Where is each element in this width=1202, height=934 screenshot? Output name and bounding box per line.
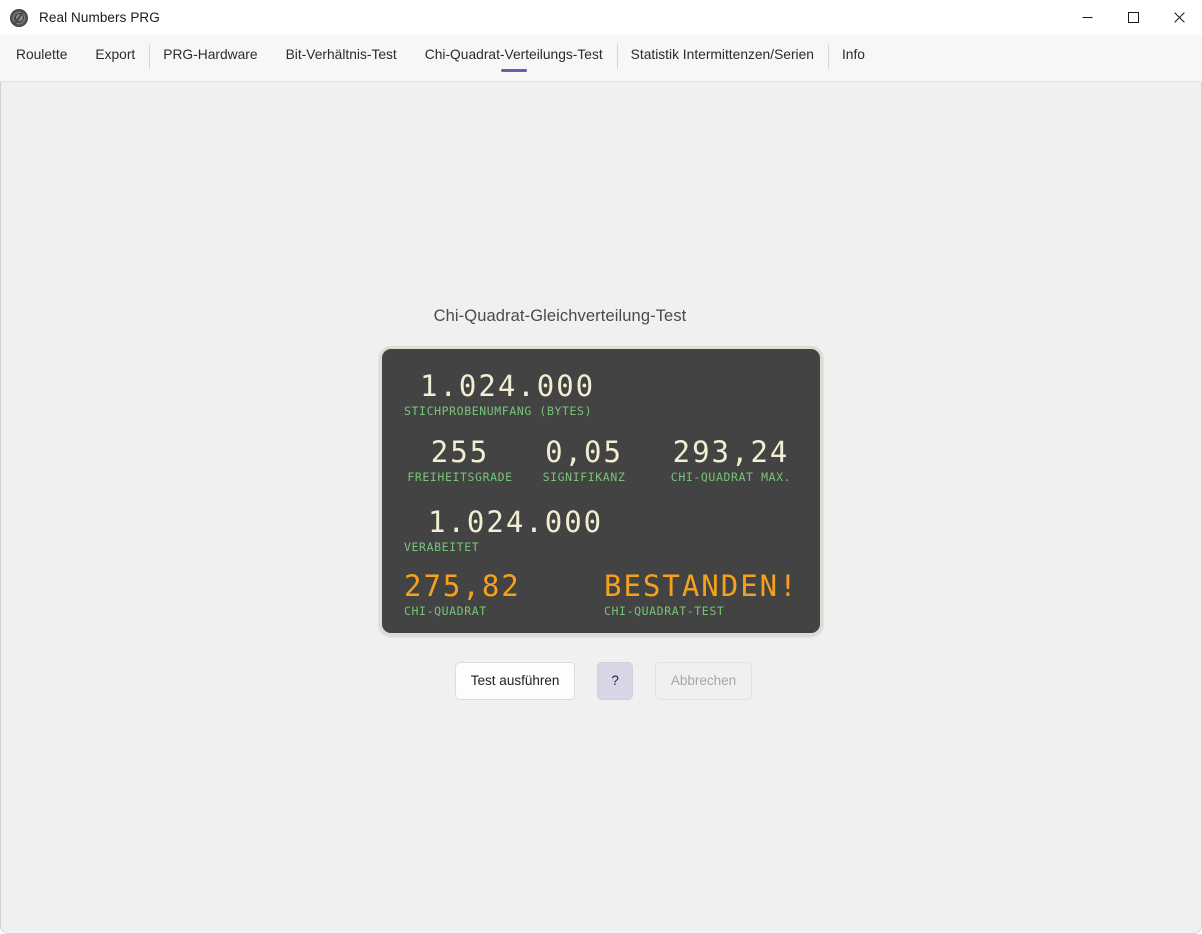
sample-size-label: STICHPROBENUMFANG (BYTES) bbox=[404, 404, 593, 418]
processed-value: 1.024.000 bbox=[428, 505, 604, 539]
menu-item-label: Statistik Intermittenzen/Serien bbox=[630, 47, 814, 62]
lcd-display-panel: 1.024.000 STICHPROBENUMFANG (BYTES) 255 … bbox=[379, 346, 823, 636]
cancel-button[interactable]: Abbrechen bbox=[654, 662, 753, 700]
lcd-row-sample-size: 1.024.000 STICHPROBENUMFANG (BYTES) bbox=[404, 371, 595, 418]
roulette-wheel-icon bbox=[10, 8, 28, 27]
help-button[interactable]: ? bbox=[597, 662, 633, 700]
maximize-icon bbox=[1127, 12, 1139, 23]
minimize-button[interactable] bbox=[1064, 0, 1110, 35]
menu-item-prg-hardware[interactable]: PRG-Hardware bbox=[149, 35, 271, 81]
menu-item-label: Export bbox=[95, 47, 136, 62]
lcd-field-sample-size: 1.024.000 STICHPROBENUMFANG (BYTES) bbox=[404, 371, 595, 418]
application-window: Real Numbers PRG Roulette Export PRG-Har… bbox=[0, 0, 1202, 934]
window-controls bbox=[1064, 0, 1202, 35]
menu-item-label: Bit-Verhältnis-Test bbox=[285, 47, 397, 62]
app-title: Real Numbers PRG bbox=[39, 10, 160, 25]
lcd-field-chi-square-max: 293,24 CHI-QUADRAT MAX. bbox=[652, 437, 810, 484]
lcd-row-result: 275,82 CHI-QUADRAT BESTANDEN! CHI-QUADRA… bbox=[404, 571, 804, 618]
verdict-value: BESTANDEN! bbox=[604, 569, 799, 603]
action-buttons: Test ausführen ? Abbrechen bbox=[454, 662, 753, 700]
page-title: Chi-Quadrat-Gleichverteilung-Test bbox=[433, 307, 687, 325]
lcd-row-processed: 1.024.000 VERABEITET bbox=[404, 507, 603, 554]
lcd-row-parameters: 255 FREIHEITSGRADE 0,05 SIGNIFIKANZ 293,… bbox=[404, 437, 810, 484]
menu-item-label: Chi-Quadrat-Verteilungs-Test bbox=[424, 47, 603, 62]
menu-item-export[interactable]: Export bbox=[81, 35, 149, 81]
menu-item-chi-quadrat-verteilungs-test[interactable]: Chi-Quadrat-Verteilungs-Test bbox=[411, 35, 617, 81]
chi-square-value: 275,82 bbox=[404, 569, 521, 603]
test-panel: Chi-Quadrat-Gleichverteilung-Test 1.024.… bbox=[1, 307, 1201, 700]
minimize-icon bbox=[1082, 17, 1092, 18]
close-button[interactable] bbox=[1156, 0, 1202, 35]
title-bar: Real Numbers PRG bbox=[0, 0, 1202, 35]
title-bar-left: Real Numbers PRG bbox=[0, 8, 160, 27]
chi-square-max-value: 293,24 bbox=[672, 435, 790, 469]
lcd-field-chi-square: 275,82 CHI-QUADRAT bbox=[404, 571, 604, 618]
degrees-of-freedom-label: FREIHEITSGRADE bbox=[407, 470, 513, 484]
lcd-field-processed: 1.024.000 VERABEITET bbox=[404, 507, 603, 554]
significance-label: SIGNIFIKANZ bbox=[542, 470, 626, 484]
close-icon bbox=[1173, 12, 1185, 23]
menu-item-roulette[interactable]: Roulette bbox=[0, 35, 81, 81]
run-test-button[interactable]: Test ausführen bbox=[454, 662, 576, 700]
content-area: Chi-Quadrat-Gleichverteilung-Test 1.024.… bbox=[0, 82, 1202, 934]
lcd-field-verdict: BESTANDEN! CHI-QUADRAT-TEST bbox=[604, 571, 804, 618]
maximize-button[interactable] bbox=[1110, 0, 1156, 35]
verdict-label: CHI-QUADRAT-TEST bbox=[604, 604, 725, 618]
menu-item-label: Info bbox=[841, 47, 865, 62]
lcd-field-degrees-of-freedom: 255 FREIHEITSGRADE bbox=[404, 437, 516, 484]
lcd-field-significance: 0,05 SIGNIFIKANZ bbox=[516, 437, 652, 484]
menu-item-statistik-intermittenzen-serien[interactable]: Statistik Intermittenzen/Serien bbox=[616, 35, 828, 81]
chi-square-label: CHI-QUADRAT bbox=[404, 604, 487, 618]
processed-label: VERABEITET bbox=[404, 540, 480, 554]
menu-item-bit-verhaeltnis-test[interactable]: Bit-Verhältnis-Test bbox=[272, 35, 411, 81]
sample-size-value: 1.024.000 bbox=[420, 369, 596, 403]
main-menu-bar: Roulette Export PRG-Hardware Bit-Verhält… bbox=[0, 35, 1202, 82]
menu-item-label: PRG-Hardware bbox=[163, 47, 258, 62]
chi-square-max-label: CHI-QUADRAT MAX. bbox=[670, 470, 792, 484]
active-tab-indicator bbox=[500, 69, 527, 72]
significance-value: 0,05 bbox=[545, 435, 623, 469]
menu-item-label: Roulette bbox=[16, 47, 68, 62]
menu-item-info[interactable]: Info bbox=[827, 35, 879, 81]
degrees-of-freedom-value: 255 bbox=[430, 435, 490, 469]
